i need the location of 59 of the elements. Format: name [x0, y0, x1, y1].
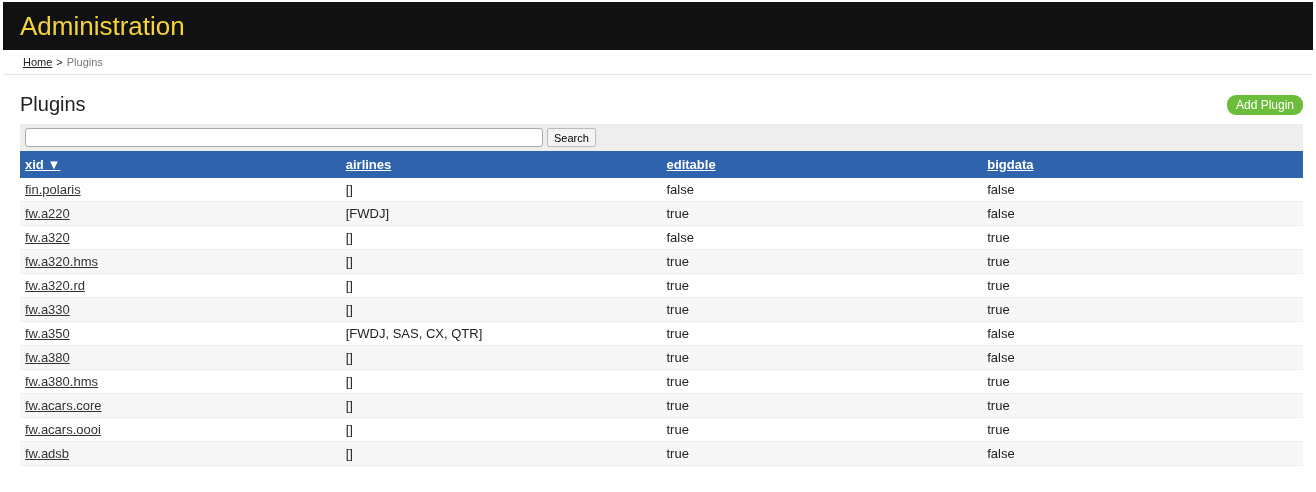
app-title: Administration	[20, 10, 185, 42]
table-cell: [FWDJ, SAS, CX, QTR]	[345, 326, 483, 341]
table-cell: false	[987, 326, 1015, 341]
plugin-link[interactable]: fin.polaris	[25, 182, 81, 197]
plugin-link[interactable]: fw.a380	[25, 350, 70, 365]
plugin-link[interactable]: fw.a350	[25, 326, 70, 341]
column-header[interactable]: editable	[666, 157, 716, 172]
plugin-link[interactable]: fw.acars.core	[25, 398, 102, 413]
table-cell: []	[345, 254, 353, 269]
table-cell: true	[666, 206, 689, 221]
table-cell: true	[987, 302, 1010, 317]
plugin-link[interactable]: fw.adsb	[25, 446, 70, 461]
column-header[interactable]: bigdata	[987, 157, 1034, 172]
table-cell: false	[987, 206, 1015, 221]
table-cell: true	[987, 230, 1010, 245]
table-cell: true	[987, 398, 1010, 413]
table-cell: true	[987, 278, 1010, 293]
table-cell: []	[345, 398, 353, 413]
table-cell: true	[987, 422, 1010, 437]
table-cell: true	[666, 374, 689, 389]
table-cell: true	[666, 326, 689, 341]
plugin-link[interactable]: fw.a320.hms	[25, 254, 98, 269]
column-header[interactable]: xid ▼	[25, 157, 61, 172]
table-cell: true	[666, 302, 689, 317]
table-cell: []	[345, 182, 353, 197]
table-cell: []	[345, 446, 353, 461]
plugin-link[interactable]: fw.a320	[25, 230, 70, 245]
table-cell: true	[987, 254, 1010, 269]
page-title: Plugins	[20, 93, 86, 116]
breadcrumb-link[interactable]: Home	[23, 56, 53, 68]
table-cell: false	[987, 446, 1015, 461]
table-cell: true	[666, 422, 689, 437]
search-field[interactable]	[25, 128, 543, 147]
table-cell: []	[345, 350, 353, 365]
table-cell: []	[345, 230, 353, 245]
table-cell: false	[987, 182, 1015, 197]
plugin-link[interactable]: fw.acars.oooi	[25, 422, 101, 437]
table-cell: true	[666, 350, 689, 365]
plugin-link[interactable]: fw.a330	[25, 302, 70, 317]
table-cell: false	[666, 230, 694, 245]
breadcrumb-separator: >	[56, 56, 63, 68]
table-cell: false	[666, 182, 694, 197]
table-cell: []	[345, 278, 353, 293]
search-button[interactable]: Search	[547, 128, 596, 147]
table-cell: true	[666, 278, 689, 293]
table-cell: false	[987, 350, 1015, 365]
table-cell: true	[666, 446, 689, 461]
table-cell: []	[345, 374, 353, 389]
table-cell: []	[345, 302, 353, 317]
table-cell: [FWDJ]	[345, 206, 390, 221]
table-cell: true	[666, 254, 689, 269]
table-cell: []	[345, 422, 353, 437]
plugin-link[interactable]: fw.a220	[25, 206, 70, 221]
table-cell: true	[987, 374, 1010, 389]
breadcrumb-current: Plugins	[66, 56, 103, 68]
plugin-link[interactable]: fw.a380.hms	[25, 374, 98, 389]
table-cell: true	[666, 398, 689, 413]
column-header[interactable]: airlines	[345, 157, 392, 172]
plugin-link[interactable]: fw.a320.rd	[25, 278, 85, 293]
